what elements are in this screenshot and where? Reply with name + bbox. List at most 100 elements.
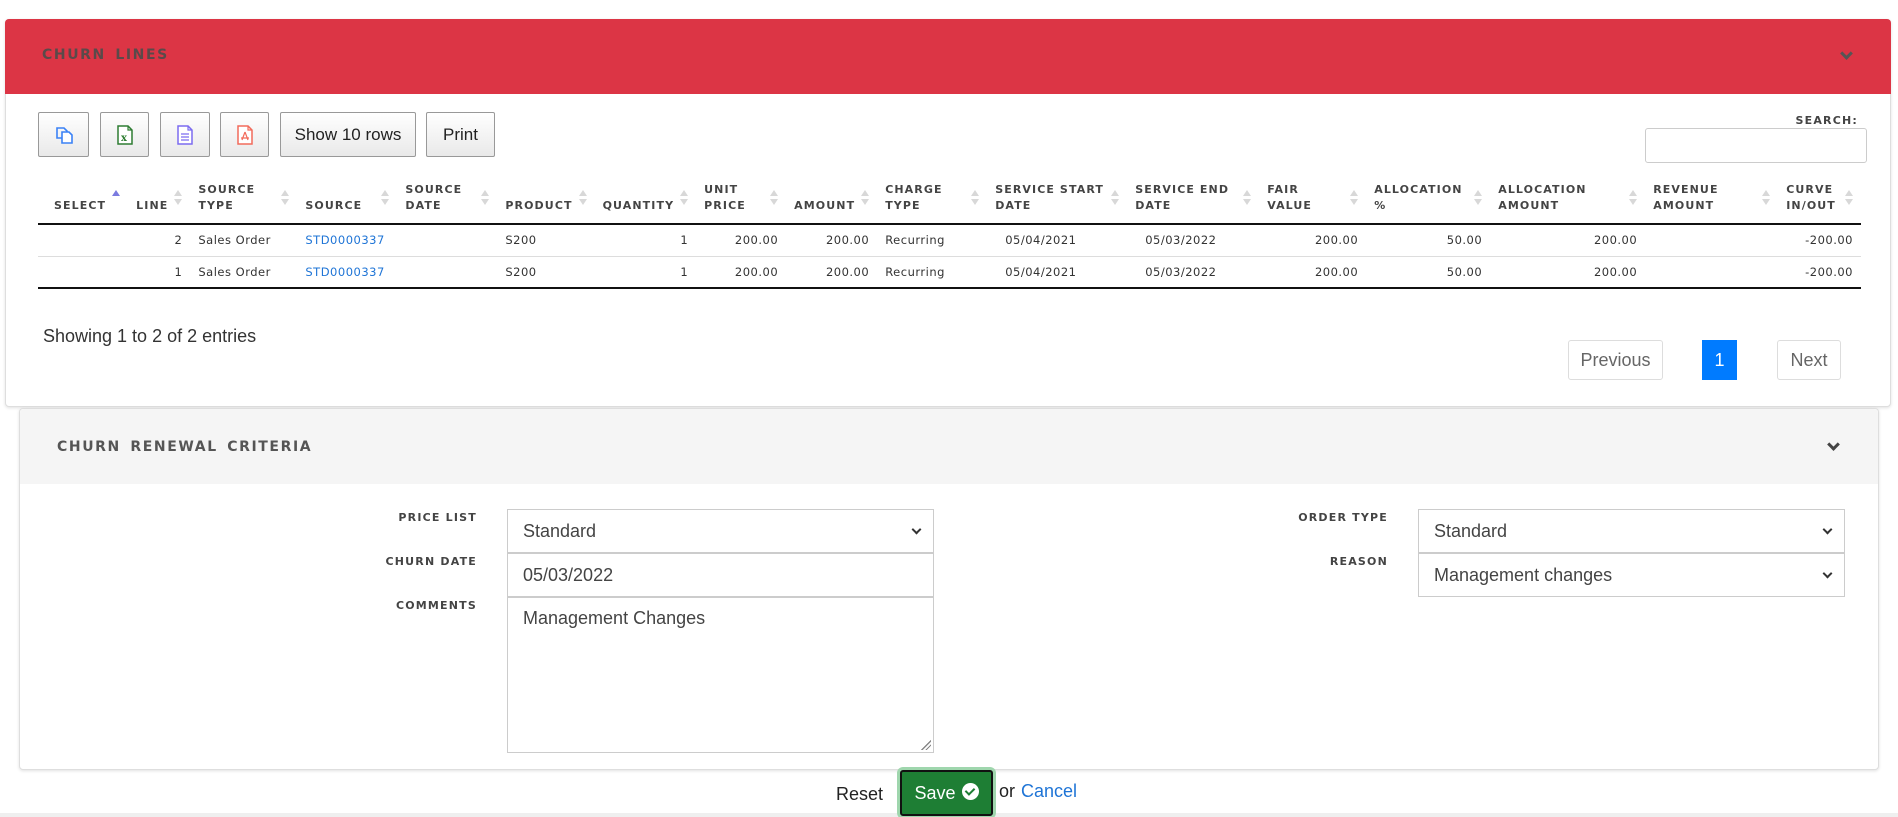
table-row[interactable]: 2 Sales Order STD0000337 S200 1 200.00 2…: [38, 224, 1861, 257]
show-rows-button[interactable]: Show 10 rows: [280, 112, 416, 157]
col-allocation-amount[interactable]: ALLOCATION AMOUNT: [1490, 181, 1646, 225]
reason-label: REASON: [1329, 555, 1388, 568]
renewal-criteria-header[interactable]: CHURN RENEWAL CRITERIA: [20, 409, 1878, 484]
cell-source-type: Sales Order: [190, 224, 298, 257]
cell-line: 2: [128, 224, 191, 257]
sort-icon: [578, 189, 587, 207]
reason-select[interactable]: Management changes: [1418, 553, 1845, 597]
renewal-criteria-title: CHURN RENEWAL CRITERIA: [57, 439, 313, 455]
cell-curve-in-out: -200.00: [1778, 256, 1861, 289]
col-label: QUANTITY: [602, 199, 675, 212]
or-text: or: [999, 781, 1016, 801]
col-service-end-date[interactable]: SERVICE END DATE: [1127, 181, 1260, 225]
search-input[interactable]: [1645, 128, 1867, 163]
col-amount[interactable]: AMOUNT: [786, 181, 878, 225]
sort-icon: [381, 189, 390, 207]
col-label: DATE: [1135, 199, 1172, 212]
churn-date-input[interactable]: 05/03/2022: [507, 553, 934, 597]
col-charge-type[interactable]: CHARGE TYPE: [877, 181, 988, 225]
table-info: Showing 1 to 2 of 2 entries: [43, 326, 257, 346]
order-type-label: ORDER TYPE: [1298, 511, 1388, 524]
cell-source: STD0000337: [297, 256, 398, 289]
save-label: Save: [914, 782, 956, 803]
cell-revenue-amount: [1645, 256, 1779, 289]
copy-button[interactable]: [38, 112, 89, 157]
col-label: PRODUCT: [505, 199, 573, 212]
col-source-date[interactable]: SOURCE DATE: [397, 181, 498, 225]
cell-amount: 200.00: [786, 256, 878, 289]
col-label: DATE: [405, 199, 442, 212]
excel-export-button[interactable]: x: [100, 112, 149, 157]
col-curve-in-out[interactable]: CURVE IN/OUT: [1778, 181, 1861, 225]
comments-value: Management Changes: [523, 608, 706, 628]
chevron-down-icon[interactable]: [1827, 438, 1840, 451]
col-select[interactable]: SELECT: [38, 181, 129, 225]
source-link[interactable]: STD0000337: [305, 233, 384, 247]
col-label: SOURCE: [305, 199, 363, 212]
col-label: FAIR: [1267, 183, 1299, 196]
col-label: LINE: [136, 199, 169, 212]
churn-lines-header[interactable]: CHURN LINES: [5, 19, 1891, 94]
col-label: TYPE: [885, 199, 921, 212]
col-label: UNIT: [704, 183, 739, 196]
cell-source-date: [397, 224, 498, 257]
price-list-label: PRICE LIST: [398, 511, 477, 524]
cell-select[interactable]: [38, 256, 129, 289]
sort-icon: [971, 189, 980, 207]
order-type-value: Standard: [1434, 520, 1508, 541]
comments-textarea[interactable]: Management Changes: [507, 597, 934, 753]
cell-unit-price: 200.00: [696, 224, 787, 257]
col-service-start-date[interactable]: SERVICE START DATE: [987, 181, 1128, 225]
sort-icon: [1111, 189, 1120, 207]
cell-line: 1: [128, 256, 191, 289]
sort-icon: [770, 189, 779, 207]
chevron-down-icon[interactable]: [1840, 47, 1853, 60]
cancel-link[interactable]: Cancel: [1021, 781, 1077, 802]
pdf-icon: [236, 124, 253, 145]
col-fair-value[interactable]: FAIR VALUE: [1259, 181, 1367, 225]
resize-handle-icon[interactable]: [921, 740, 931, 750]
col-label: IN/OUT: [1786, 199, 1836, 212]
save-button[interactable]: Save: [900, 770, 993, 816]
churn-lines-table: SELECT LINE SOURCE TYPE SOURCE SOURCE DATE…: [38, 181, 1861, 289]
order-type-select[interactable]: Standard: [1418, 509, 1845, 553]
cell-service-start-date: 05/04/2021: [987, 256, 1128, 289]
source-link[interactable]: STD0000337: [305, 265, 384, 279]
cell-source: STD0000337: [297, 224, 398, 257]
cell-source-date: [397, 256, 498, 289]
col-label: SOURCE: [198, 183, 256, 196]
sort-icon: [1243, 189, 1252, 207]
cell-fair-value: 200.00: [1259, 256, 1367, 289]
price-list-select[interactable]: Standard: [507, 509, 934, 553]
reason-value: Management changes: [1434, 564, 1613, 585]
cell-select[interactable]: [38, 224, 129, 257]
sort-icon: [1629, 189, 1638, 207]
col-label: REVENUE: [1653, 183, 1719, 196]
table-header-row: SELECT LINE SOURCE TYPE SOURCE SOURCE DATE…: [38, 181, 1861, 225]
print-button[interactable]: Print: [426, 112, 495, 157]
col-source[interactable]: SOURCE: [297, 181, 398, 225]
col-label: AMOUNT: [794, 199, 856, 212]
col-allocation-pct[interactable]: ALLOCATION%: [1366, 181, 1491, 225]
page-1-button[interactable]: 1: [1702, 340, 1737, 380]
chevron-down-icon: [1822, 524, 1833, 535]
col-line[interactable]: LINE: [128, 181, 191, 225]
reset-button[interactable]: Reset: [836, 784, 883, 805]
pdf-export-button[interactable]: [220, 112, 269, 157]
csv-export-button[interactable]: [160, 112, 210, 157]
sort-icon: [680, 189, 689, 207]
col-source-type[interactable]: SOURCE TYPE: [190, 181, 298, 225]
col-quantity[interactable]: QUANTITY: [594, 181, 697, 225]
cell-product: S200: [497, 224, 595, 257]
col-revenue-amount[interactable]: REVENUE AMOUNT: [1645, 181, 1779, 225]
chevron-down-icon: [911, 524, 922, 535]
col-product[interactable]: PRODUCT: [497, 181, 595, 225]
table-row[interactable]: 1 Sales Order STD0000337 S200 1 200.00 2…: [38, 256, 1861, 289]
next-page-button[interactable]: Next: [1777, 340, 1841, 380]
churn-lines-card: CHURN LINES x Show 10 rows Print SEARCH:…: [5, 19, 1891, 407]
previous-page-button[interactable]: Previous: [1568, 340, 1663, 380]
col-label: VALUE: [1267, 199, 1313, 212]
cell-service-end-date: 05/03/2022: [1127, 256, 1260, 289]
churn-date-value: 05/03/2022: [523, 564, 614, 585]
col-unit-price[interactable]: UNIT PRICE: [696, 181, 787, 225]
